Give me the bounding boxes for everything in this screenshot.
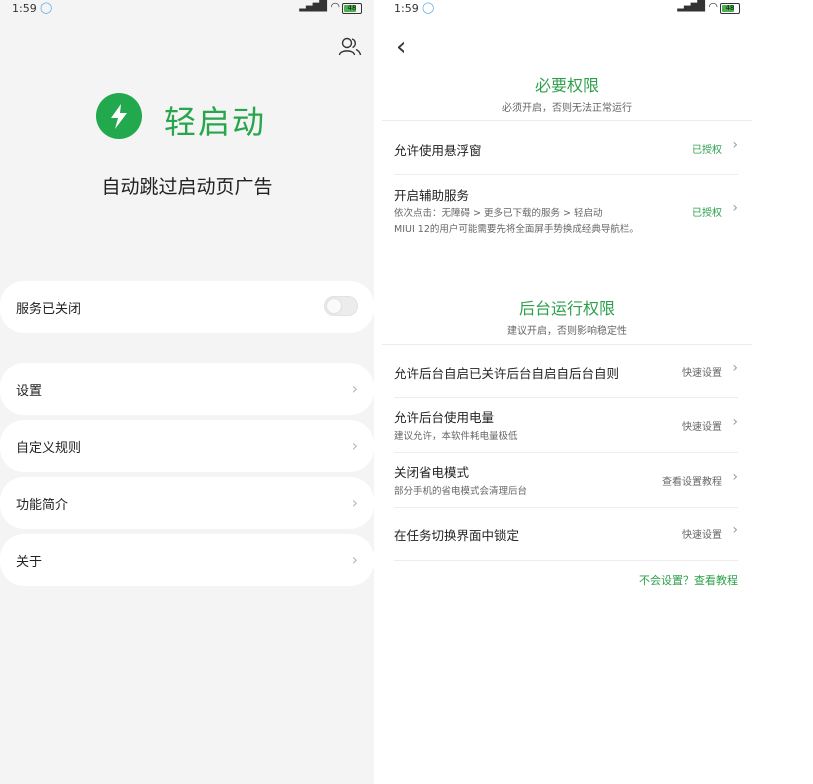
chevron-right-icon: ›: [732, 414, 738, 430]
permission-status: 快速设置: [682, 422, 722, 433]
service-status-label: 服务已关闭: [16, 302, 82, 317]
menu-item-label: 关于: [16, 555, 43, 570]
permission-status: 已授权: [692, 145, 722, 156]
permission-description: MIUI 12的用户可能需要先将全面屏手势换成经典导航栏。: [394, 224, 639, 235]
chevron-right-icon: ›: [351, 550, 358, 569]
battery-level: 48: [347, 4, 357, 12]
background-section-subtitle: 建议开启，否则影响稳定性: [507, 326, 627, 337]
chevron-right-icon: ›: [351, 493, 358, 512]
menu-item-label: 功能简介: [16, 498, 69, 513]
battery-level: 48: [725, 4, 735, 12]
divider: [382, 120, 752, 121]
permission-description: 建议允许，本软件耗电量极低: [394, 431, 518, 442]
permission-description: 依次点击：无障碍 > 更多已下载的服务 > 轻启动: [394, 208, 603, 219]
row-divider: [394, 174, 738, 175]
users-icon[interactable]: [338, 36, 362, 56]
permission-row-power-saving[interactable]: 关闭省电模式 部分手机的省电模式会清理后台 查看设置教程 ›: [394, 458, 738, 504]
chevron-right-icon: ›: [732, 522, 738, 538]
permission-row-autostart[interactable]: 允许后台自启已关许后台自启自后台自则 快速设置 ›: [394, 352, 738, 392]
divider: [382, 344, 752, 345]
menu-item-label: 设置: [16, 384, 43, 399]
signal-icon: ▂▄▆█: [299, 1, 327, 12]
permission-status: 快速设置: [682, 368, 722, 379]
main-screen: 1:59 ◯ ▂▄▆█ ◠ 48 轻启动 自动跳过启动页广告 服务已关闭 设置 …: [0, 0, 374, 784]
menu-item-settings[interactable]: 设置 ›: [0, 363, 374, 415]
chevron-right-icon: ›: [732, 200, 738, 216]
permission-title: 允许后台自启已关许后台自启自后台自则: [394, 366, 620, 381]
row-divider: [394, 452, 738, 453]
wifi-icon: ◠: [330, 0, 340, 13]
permission-row-lock-recents[interactable]: 在任务切换界面中锁定 快速设置 ›: [394, 513, 738, 555]
service-toggle-card[interactable]: 服务已关闭: [0, 281, 374, 333]
permissions-screen: 1:59 ◯ ▂▄▆█ ◠ 48 ‹ 必要权限 必须开启，否则无法正常运行 允许…: [382, 0, 752, 784]
status-time: 1:59: [394, 2, 419, 15]
menu-item-features[interactable]: 功能简介 ›: [0, 477, 374, 529]
background-section-title: 后台运行权限: [518, 299, 615, 318]
chevron-right-icon: ›: [732, 137, 738, 153]
chevron-right-icon: ›: [351, 436, 358, 455]
permission-row-battery[interactable]: 允许后台使用电量 建议允许，本软件耗电量极低 快速设置 ›: [394, 403, 738, 449]
battery-icon: 48: [342, 3, 362, 14]
menu-item-about[interactable]: 关于 ›: [0, 534, 374, 586]
status-time: 1:59: [12, 2, 37, 15]
chevron-right-icon: ›: [732, 360, 738, 376]
permission-title: 允许使用悬浮窗: [394, 143, 482, 158]
app-logo: 轻启动: [96, 93, 336, 141]
row-divider: [394, 397, 738, 398]
signal-icon: ▂▄▆█: [677, 1, 705, 12]
permission-status: 已授权: [692, 208, 722, 219]
app-name: 轻启动: [164, 103, 267, 141]
help-tutorial-link[interactable]: 不会设置？查看教程: [639, 572, 738, 588]
wifi-icon: ◠: [708, 0, 718, 13]
permission-title: 允许后台使用电量: [394, 410, 495, 425]
battery-icon: 48: [720, 3, 740, 14]
menu-item-custom-rules[interactable]: 自定义规则 ›: [0, 420, 374, 472]
row-divider: [394, 560, 738, 561]
permission-row-accessibility[interactable]: 开启辅助服务 依次点击：无障碍 > 更多已下载的服务 > 轻启动 MIUI 12…: [394, 182, 738, 238]
permission-row-overlay[interactable]: 允许使用悬浮窗 已授权 ›: [394, 128, 738, 172]
permission-description: 部分手机的省电模式会清理后台: [394, 486, 528, 497]
status-bar: 1:59 ◯ ▂▄▆█ ◠ 48: [382, 0, 752, 18]
required-section-title: 必要权限: [534, 76, 599, 95]
service-toggle[interactable]: [324, 296, 358, 316]
required-section-subtitle: 必须开启，否则无法正常运行: [502, 103, 632, 114]
permission-title: 开启辅助服务: [394, 188, 470, 203]
lightning-icon: [96, 93, 142, 139]
permission-status: 快速设置: [682, 530, 722, 541]
app-tagline: 自动跳过启动页广告: [101, 176, 273, 198]
permission-title: 在任务切换界面中锁定: [394, 528, 520, 543]
notification-bell-icon: ◯: [40, 1, 53, 14]
row-divider: [394, 507, 738, 508]
permission-title: 关闭省电模式: [394, 465, 470, 480]
chevron-right-icon: ›: [732, 469, 738, 485]
menu-item-label: 自定义规则: [16, 441, 82, 456]
back-arrow-icon[interactable]: ‹: [396, 32, 406, 62]
chevron-right-icon: ›: [351, 379, 358, 398]
notification-bell-icon: ◯: [422, 1, 435, 14]
permission-status: 查看设置教程: [662, 477, 722, 488]
status-bar: 1:59 ◯ ▂▄▆█ ◠ 48: [0, 0, 374, 18]
